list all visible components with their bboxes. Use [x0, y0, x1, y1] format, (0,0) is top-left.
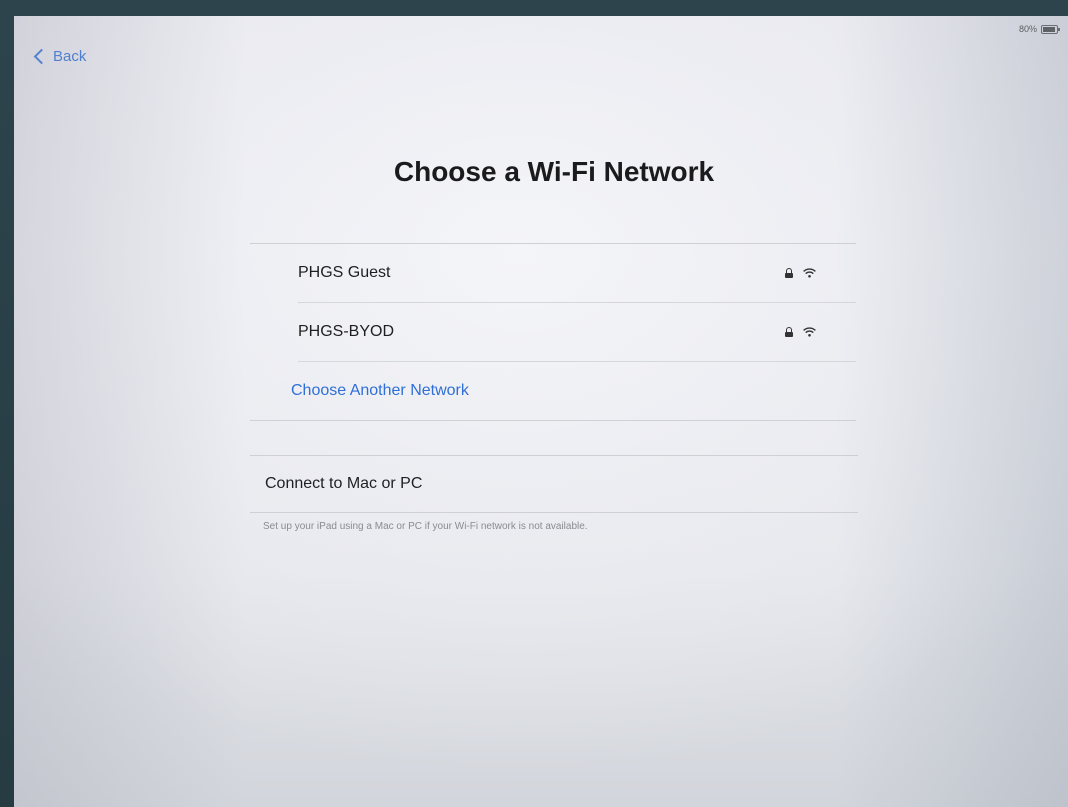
back-label: Back: [53, 48, 87, 65]
connect-section: Connect to Mac or PC Set up your iPad us…: [250, 455, 858, 532]
lock-icon: [785, 268, 793, 278]
battery-icon: [1041, 24, 1060, 34]
connect-to-mac-or-pc-button[interactable]: Connect to Mac or PC: [250, 456, 858, 512]
connect-label: Connect to Mac or PC: [265, 475, 423, 492]
network-status-icons: [785, 268, 816, 278]
status-bar: 80%: [1018, 24, 1060, 34]
network-row-phgs-guest[interactable]: PHGS Guest: [250, 244, 856, 302]
chevron-left-icon: [33, 48, 50, 65]
connect-footnote: Set up your iPad using a Mac or PC if yo…: [263, 521, 588, 532]
lock-icon: [785, 327, 793, 337]
network-row-phgs-byod[interactable]: PHGS-BYOD: [250, 303, 856, 361]
wifi-icon: [803, 327, 816, 337]
wifi-icon: [803, 268, 816, 278]
divider: [250, 512, 858, 513]
choose-another-network-label: Choose Another Network: [291, 382, 469, 399]
ipad-screen: 80% Back Choose a Wi-Fi Network PHGS Gue…: [14, 16, 1068, 807]
network-name: PHGS-BYOD: [298, 323, 395, 340]
network-status-icons: [785, 327, 816, 337]
network-name: PHGS Guest: [298, 264, 391, 281]
network-list: PHGS Guest PHGS-BYOD Choose Another Netw…: [250, 243, 856, 421]
choose-another-network-button[interactable]: Choose Another Network: [250, 362, 856, 420]
page-title: Choose a Wi-Fi Network: [393, 156, 715, 187]
battery-percent: 80%: [1018, 24, 1037, 34]
divider: [250, 420, 856, 421]
back-button[interactable]: Back: [33, 48, 87, 65]
